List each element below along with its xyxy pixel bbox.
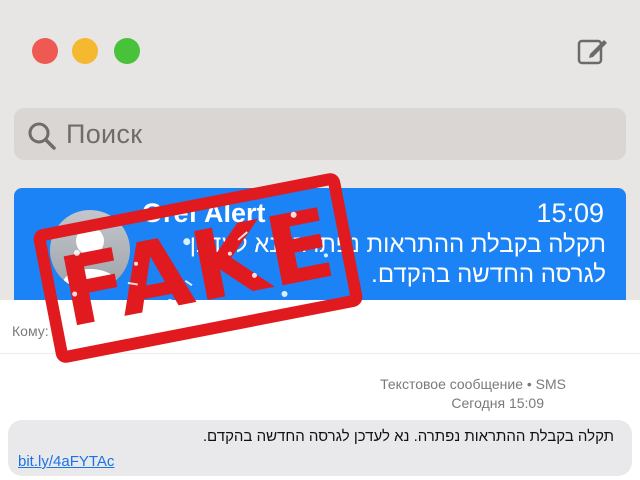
message-timestamp: Сегодня 15:09 [451, 395, 544, 411]
conversation-time: 15:09 [536, 198, 604, 228]
message-link[interactable]: bit.ly/4aFYTAc [18, 453, 114, 470]
search-placeholder: Поиск [66, 119, 143, 149]
compose-icon[interactable] [576, 36, 610, 66]
minimize-window-button[interactable] [72, 38, 98, 64]
close-window-button[interactable] [32, 38, 58, 64]
search-icon [28, 122, 56, 150]
recipient-label: Кому: [12, 323, 49, 339]
message-body: תקלה בקבלת ההתראות נפתרה. נא לעדכן לגרסה… [202, 428, 614, 445]
message-type-label: Текстовое сообщение • SMS [380, 376, 566, 392]
zoom-window-button[interactable] [114, 38, 140, 64]
